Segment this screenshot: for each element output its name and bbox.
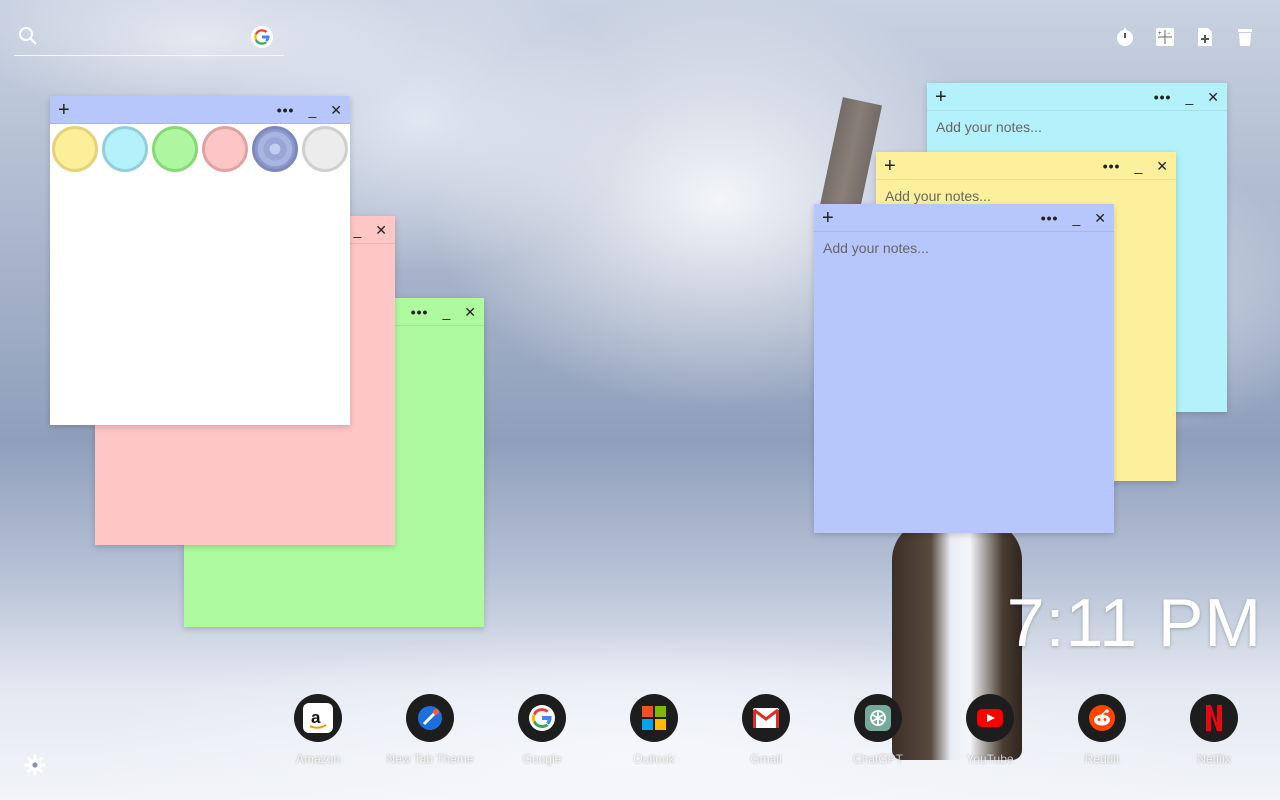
more-options-button[interactable]: ••• (411, 305, 429, 319)
shortcut-label: Amazon (295, 752, 341, 766)
netflix-icon (1190, 694, 1238, 742)
search-bar (14, 22, 284, 56)
color-swatch-green[interactable] (152, 126, 198, 172)
svg-text:−: − (1167, 31, 1171, 37)
shortcut-label: Google (522, 752, 562, 766)
shortcut-netflix[interactable]: Netflix (1158, 694, 1270, 766)
color-swatch-pink[interactable] (202, 126, 248, 172)
more-options-button[interactable]: ••• (277, 103, 295, 117)
youtube-icon (966, 694, 1014, 742)
close-button[interactable]: ✕ (1094, 211, 1106, 225)
minimize-button[interactable]: _ (308, 103, 316, 117)
more-options-button[interactable]: ••• (1041, 211, 1059, 225)
shortcut-label: Reddit (1084, 752, 1120, 766)
shortcut-label: Gmail (750, 752, 782, 766)
close-button[interactable]: ✕ (330, 103, 342, 117)
note-header: + ••• _ ✕ (814, 204, 1114, 232)
note-tools: ••• _ ✕ (1103, 159, 1168, 173)
minimize-button[interactable]: _ (442, 305, 450, 319)
shortcut-amazon[interactable]: a Amazon (262, 694, 374, 766)
google-search-icon[interactable] (251, 26, 273, 48)
shortcut-chatgpt[interactable]: ChatGPT (822, 694, 934, 766)
note-tools: ••• _ ✕ (411, 305, 476, 319)
color-swatch-cyan[interactable] (102, 126, 148, 172)
calculator-icon[interactable]: + − (1154, 26, 1176, 48)
note-header: + ••• _ ✕ (50, 96, 350, 124)
top-bar: + − (0, 0, 1280, 70)
shortcut-label: YouTube (966, 752, 1014, 766)
shortcut-dock: a Amazon New Tab Theme Google Outlook Gm… (262, 694, 1270, 766)
timer-icon[interactable] (1114, 26, 1136, 48)
minimize-button[interactable]: _ (1185, 90, 1193, 104)
minimize-button[interactable]: _ (1134, 159, 1142, 173)
minimize-button[interactable]: _ (353, 223, 361, 237)
close-button[interactable]: ✕ (464, 305, 476, 319)
sticky-note-blue[interactable]: + ••• _ ✕ Add your notes... (814, 204, 1114, 533)
svg-text:a: a (311, 708, 321, 727)
shortcut-reddit[interactable]: Reddit (1046, 694, 1158, 766)
note-header: + ••• _ ✕ (927, 83, 1227, 111)
note-tools: ••• _ ✕ (1154, 90, 1219, 104)
add-note-button[interactable]: + (884, 156, 896, 176)
sticky-note-white[interactable]: + ••• _ ✕ (50, 96, 350, 425)
color-swatch-blue-selected[interactable] (252, 126, 298, 172)
gmail-icon (742, 694, 790, 742)
note-tools: ••• _ ✕ (1041, 211, 1106, 225)
shortcut-gmail[interactable]: Gmail (710, 694, 822, 766)
shortcut-label: New Tab Theme (386, 752, 474, 766)
note-tools: ••• _ ✕ (277, 103, 342, 117)
shortcut-youtube[interactable]: YouTube (934, 694, 1046, 766)
new-tab-theme-icon (406, 694, 454, 742)
close-button[interactable]: ✕ (375, 223, 387, 237)
color-swatch-gray[interactable] (302, 126, 348, 172)
clock: 7:11 PM (1006, 585, 1262, 661)
minimize-button[interactable]: _ (1072, 211, 1080, 225)
close-button[interactable]: ✕ (1207, 90, 1219, 104)
color-swatch-yellow[interactable] (52, 126, 98, 172)
shortcut-label: ChatGPT (852, 752, 903, 766)
shortcut-outlook[interactable]: Outlook (598, 694, 710, 766)
more-options-button[interactable]: ••• (1103, 159, 1121, 173)
add-note-button[interactable]: + (935, 87, 947, 107)
reddit-icon (1078, 694, 1126, 742)
note-header: + ••• _ ✕ (876, 152, 1176, 180)
shortcut-label: Netflix (1197, 752, 1231, 766)
search-input[interactable] (46, 26, 246, 48)
more-options-button[interactable]: ••• (1154, 90, 1172, 104)
google-icon (518, 694, 566, 742)
note-text[interactable]: Add your notes... (927, 111, 1227, 143)
chatgpt-icon (854, 694, 902, 742)
add-note-button[interactable]: + (822, 208, 834, 228)
shortcut-google[interactable]: Google (486, 694, 598, 766)
search-icon[interactable] (18, 26, 38, 46)
svg-text:+: + (1158, 31, 1162, 37)
shortcut-label: Outlook (633, 752, 675, 766)
settings-gear-icon[interactable] (24, 754, 46, 776)
add-note-button[interactable]: + (58, 100, 70, 120)
add-note-icon[interactable] (1194, 26, 1216, 48)
note-text[interactable]: Add your notes... (814, 232, 1114, 264)
top-actions: + − (1114, 26, 1256, 48)
amazon-icon: a (294, 694, 342, 742)
close-button[interactable]: ✕ (1156, 159, 1168, 173)
shortcut-new-tab-theme[interactable]: New Tab Theme (374, 694, 486, 766)
outlook-icon (630, 694, 678, 742)
trash-icon[interactable] (1234, 26, 1256, 48)
color-palette (50, 124, 350, 174)
